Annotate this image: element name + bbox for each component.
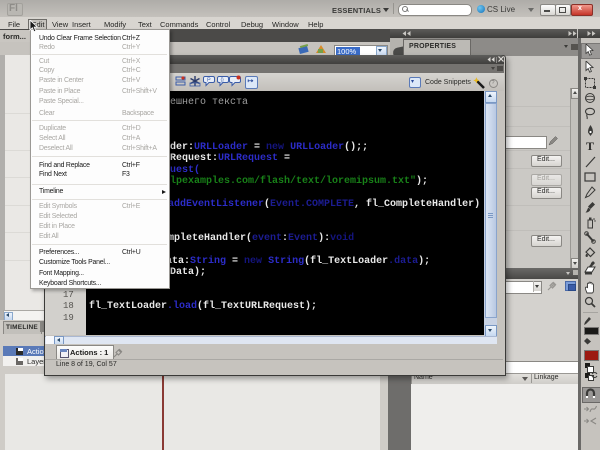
svg-text:{}: {} (221, 78, 225, 84)
svg-text:P: P (207, 78, 211, 84)
